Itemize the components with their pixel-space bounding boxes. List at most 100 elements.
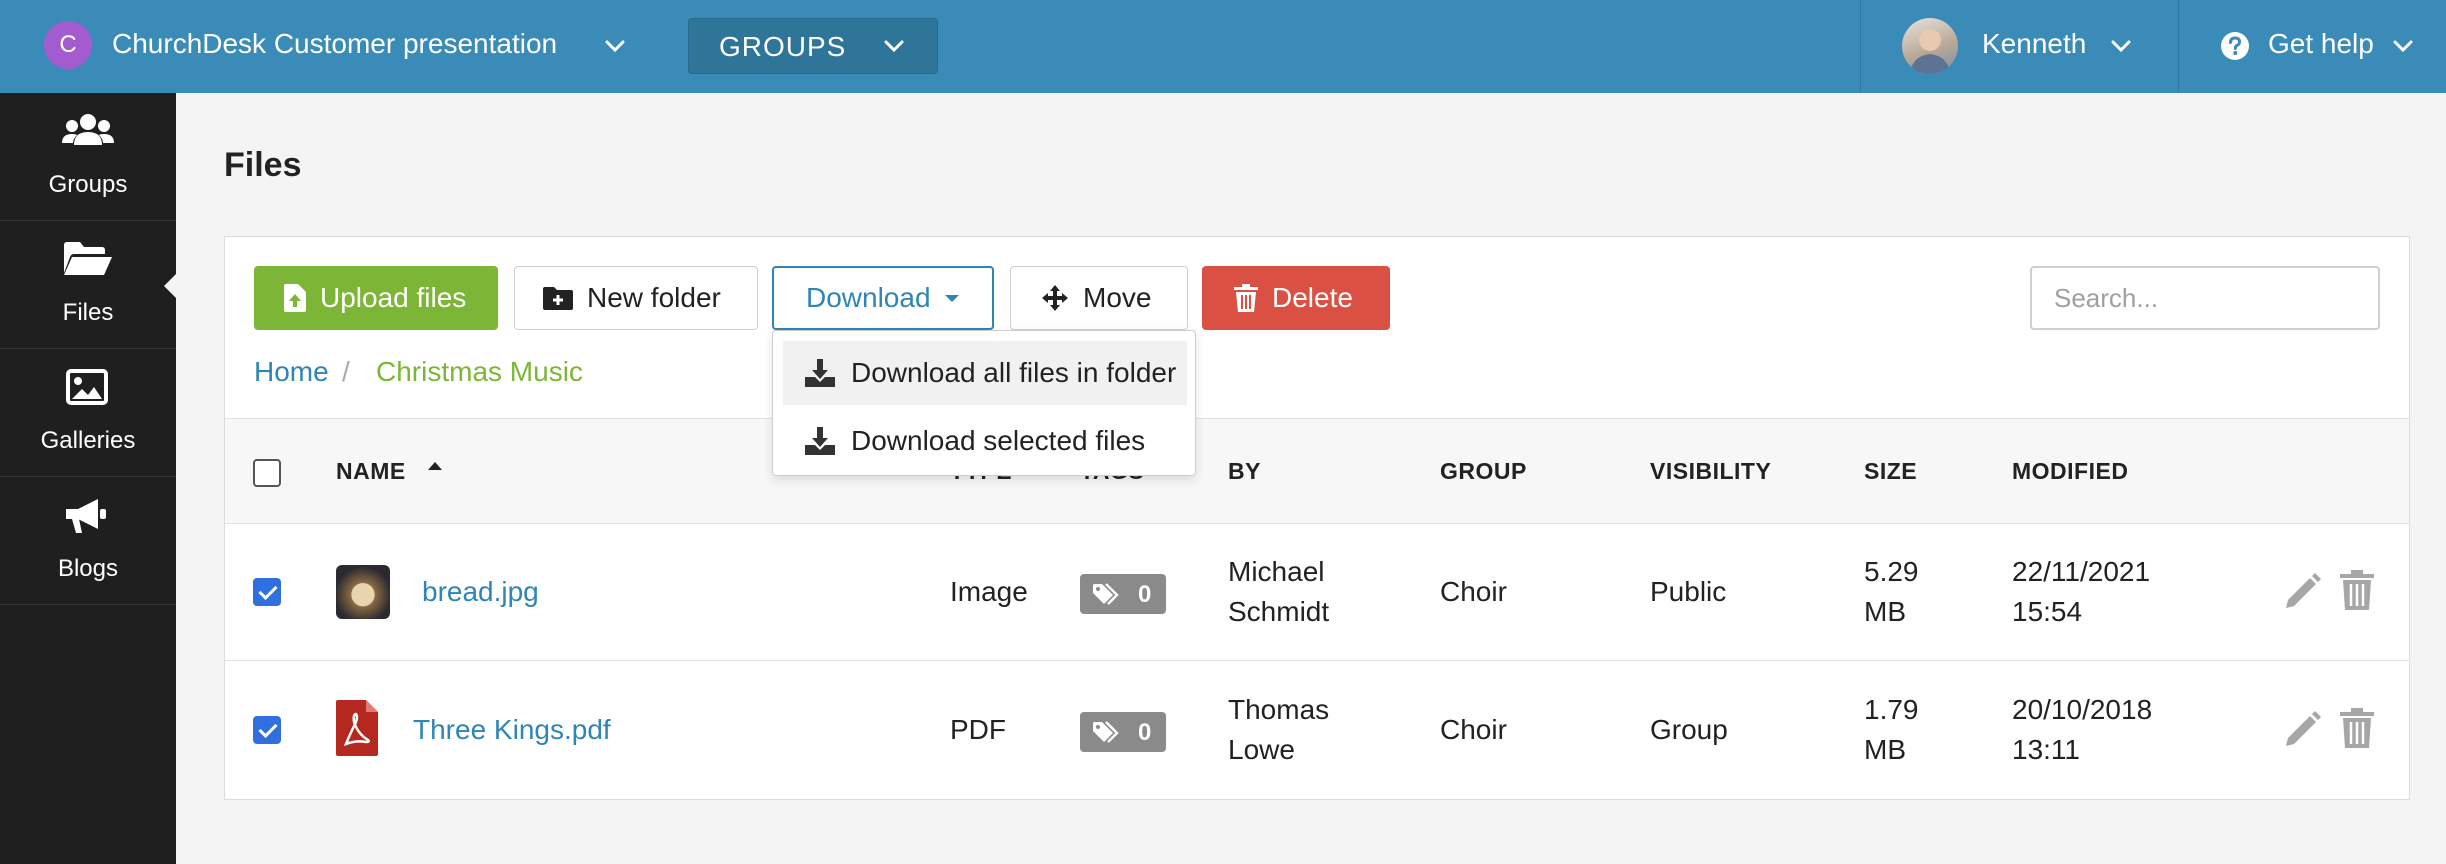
select-all-checkbox[interactable] [253, 459, 281, 487]
column-header-visibility[interactable]: VISIBILITY [1650, 458, 1771, 485]
breadcrumb-home[interactable]: Home [254, 356, 329, 388]
chevron-down-icon[interactable] [2392, 35, 2414, 57]
file-size-value: 1.79 [1864, 694, 1919, 725]
get-help-menu[interactable]: Get help [2268, 28, 2374, 60]
users-icon [62, 114, 114, 145]
sidebar-item-label: Groups [48, 171, 128, 198]
menu-item-label: Download all files in folder [851, 357, 1177, 388]
trash-icon [1234, 284, 1258, 312]
file-size-value: 5.29 [1864, 556, 1919, 587]
trash-icon[interactable] [2340, 570, 2374, 610]
sidebar-item-groups[interactable]: Groups [0, 93, 176, 221]
breadcrumb-separator: / [342, 356, 350, 387]
divider [2178, 0, 2179, 93]
owner-first-name: Michael [1228, 556, 1325, 587]
tags-badge[interactable]: 0 [1080, 712, 1166, 752]
sort-ascending-icon[interactable] [428, 462, 442, 470]
folder-plus-icon [543, 287, 573, 310]
breadcrumb-current[interactable]: Christmas Music [376, 356, 583, 388]
download-dropdown-menu: Download all files in folder Download se… [772, 330, 1196, 476]
download-button[interactable]: Download [772, 266, 994, 330]
move-arrows-icon [1042, 285, 1068, 311]
owner-last-name: Lowe [1228, 734, 1295, 765]
delete-label: Delete [1272, 282, 1353, 313]
file-size-unit: MB [1864, 734, 1906, 765]
pdf-icon[interactable] [336, 700, 378, 756]
owner-first-name: Thomas [1228, 694, 1330, 725]
file-type: PDF [950, 714, 1006, 745]
active-indicator [164, 274, 176, 298]
folder-open-icon [64, 242, 112, 275]
menu-item-download-selected[interactable]: Download selected files [783, 409, 1187, 473]
sidebar-item-label: Galleries [40, 427, 136, 454]
download-icon [805, 359, 835, 387]
top-bar: C ChurchDesk Customer presentation GROUP… [0, 0, 2446, 93]
tags-icon [1093, 583, 1119, 605]
tags-icon [1093, 721, 1119, 743]
groups-switcher-button[interactable]: GROUPS [688, 18, 938, 74]
chevron-down-icon[interactable] [2110, 35, 2132, 57]
sidebar-item-files[interactable]: Files [0, 221, 176, 349]
edit-pencil-icon[interactable] [2284, 572, 2322, 610]
image-icon [66, 369, 108, 405]
move-label: Move [1083, 282, 1152, 313]
upload-files-button[interactable]: Upload files [254, 266, 498, 330]
download-label: Download [806, 282, 931, 313]
row-checkbox[interactable] [253, 716, 281, 744]
upload-files-label: Upload files [320, 282, 467, 313]
search-input[interactable] [2030, 266, 2380, 330]
owner-last-name: Schmidt [1228, 596, 1330, 627]
divider [1860, 0, 1861, 93]
file-group: Choir [1440, 576, 1507, 607]
tags-badge[interactable]: 0 [1080, 574, 1166, 614]
user-menu[interactable]: Kenneth [1982, 28, 2086, 60]
sidebar-item-label: Files [62, 299, 114, 326]
download-icon [805, 427, 835, 455]
help-icon[interactable] [2220, 31, 2250, 61]
column-header-size[interactable]: SIZE [1864, 458, 1917, 485]
tags-count: 0 [1138, 581, 1152, 608]
column-header-by[interactable]: BY [1228, 458, 1261, 485]
chevron-down-icon [884, 40, 904, 53]
column-header-name[interactable]: NAME [336, 458, 406, 485]
new-folder-button[interactable]: New folder [514, 266, 758, 330]
edit-pencil-icon[interactable] [2284, 710, 2322, 748]
sidebar-item-galleries[interactable]: Galleries [0, 349, 176, 477]
column-header-modified[interactable]: MODIFIED [2012, 458, 2128, 485]
menu-item-download-all[interactable]: Download all files in folder [783, 341, 1187, 405]
file-visibility: Group [1650, 714, 1728, 745]
column-header-group[interactable]: GROUP [1440, 458, 1527, 485]
modified-time: 15:54 [2012, 596, 2083, 627]
modified-date: 22/11/2021 [2012, 556, 2151, 587]
org-name[interactable]: ChurchDesk Customer presentation [112, 28, 557, 60]
user-photo-icon [1910, 29, 1950, 74]
delete-button[interactable]: Delete [1202, 266, 1390, 330]
row-divider [225, 660, 2409, 661]
avatar[interactable] [1902, 18, 1958, 74]
file-name-link[interactable]: bread.jpg [422, 572, 539, 612]
page-title: Files [224, 146, 302, 184]
trash-icon[interactable] [2340, 708, 2374, 748]
modified-time: 13:11 [2012, 734, 2080, 765]
sidebar-item-label: Blogs [57, 555, 119, 582]
groups-switcher-label: GROUPS [719, 31, 847, 62]
modified-date: 20/10/2018 [2012, 694, 2153, 725]
image-thumbnail[interactable] [336, 565, 390, 619]
tags-count: 0 [1138, 719, 1152, 746]
sidebar: Groups Files Galleries Blogs [0, 93, 176, 864]
megaphone-icon [66, 499, 106, 533]
file-type: Image [950, 576, 1028, 607]
caret-down-icon [944, 294, 959, 302]
chevron-down-icon[interactable] [604, 35, 626, 57]
sidebar-item-blogs[interactable]: Blogs [0, 477, 176, 605]
file-visibility: Public [1650, 576, 1727, 607]
file-size-unit: MB [1864, 596, 1906, 627]
org-avatar[interactable]: C [44, 21, 92, 69]
row-checkbox[interactable] [253, 578, 281, 606]
menu-item-label: Download selected files [851, 425, 1146, 456]
new-folder-label: New folder [587, 282, 721, 313]
file-group: Choir [1440, 714, 1507, 745]
move-button[interactable]: Move [1010, 266, 1188, 330]
file-upload-icon [284, 284, 306, 312]
file-name-link[interactable]: Three Kings.pdf [413, 710, 611, 750]
